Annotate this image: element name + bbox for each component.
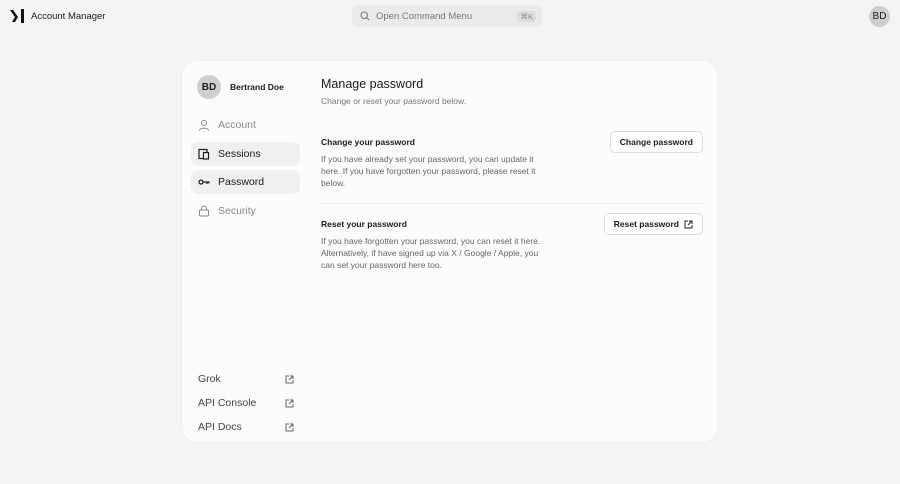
avatar: BD (197, 75, 221, 99)
reset-password-section: Reset your password If you have forgotte… (321, 213, 703, 271)
external-links: Grok API Console API Docs (198, 367, 294, 439)
sidebar: BD Bertrand Doe Account Sessions Passwor… (191, 61, 300, 442)
sidebar-item-password[interactable]: Password (191, 170, 300, 194)
section-description: If you have already set your password, y… (321, 154, 536, 188)
sidebar-item-account[interactable]: Account (191, 113, 300, 137)
command-menu-button[interactable]: Open Command Menu ⌘K (352, 5, 542, 27)
key-icon (198, 179, 210, 185)
sidebar-nav: Account Sessions Password Security (191, 113, 300, 227)
link-label: API Console (198, 397, 257, 409)
divider (321, 203, 703, 204)
sidebar-item-label: Password (218, 176, 265, 188)
sidebar-item-label: Account (218, 119, 256, 131)
external-link-icon (285, 399, 294, 407)
change-password-section: Change your password If you have already… (321, 131, 703, 189)
xai-logo-icon (10, 9, 24, 23)
link-api-docs[interactable]: API Docs (198, 415, 294, 439)
user-avatar-button[interactable]: BD (869, 6, 890, 27)
section-description: If you have forgotten your password, you… (321, 236, 541, 270)
user-name: Bertrand Doe (230, 82, 284, 92)
link-label: API Docs (198, 421, 242, 433)
sidebar-item-sessions[interactable]: Sessions (191, 141, 300, 166)
sidebar-item-label: Sessions (218, 147, 261, 160)
user-profile: BD Bertrand Doe (197, 75, 284, 99)
shortcut-badge: ⌘K (517, 10, 536, 22)
command-menu-label: Open Command Menu (376, 10, 473, 22)
change-password-button[interactable]: Change password (609, 131, 703, 153)
link-grok[interactable]: Grok (198, 367, 294, 391)
external-link-icon (285, 423, 294, 431)
search-icon (360, 11, 370, 21)
external-link-icon (285, 375, 294, 383)
lock-icon (199, 205, 209, 216)
link-api-console[interactable]: API Console (198, 391, 294, 415)
sidebar-item-security[interactable]: Security (191, 199, 300, 223)
top-bar: Account Manager Open Command Menu ⌘K BD (0, 0, 900, 33)
app-title: Account Manager (31, 11, 106, 22)
button-label: Change password (619, 137, 693, 147)
user-icon (199, 120, 209, 131)
devices-icon (198, 148, 210, 160)
sidebar-item-label: Security (218, 204, 256, 217)
page-title: Manage password (321, 77, 424, 91)
page-subtitle: Change or reset your password below. (321, 96, 467, 106)
link-label: Grok (198, 373, 221, 385)
reset-password-button[interactable]: Reset password (603, 213, 703, 235)
button-label: Reset password (613, 219, 679, 229)
external-link-icon (684, 220, 693, 228)
account-card: BD Bertrand Doe Account Sessions Passwor… (183, 61, 717, 442)
